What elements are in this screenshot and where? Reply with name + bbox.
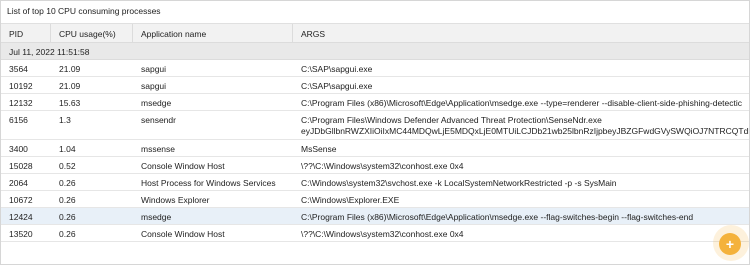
cell-pid: 12132 bbox=[9, 98, 33, 108]
args-line: C:\Program Files (x86)\Microsoft\Edge\Ap… bbox=[301, 212, 694, 222]
cell-cpu-usage: 1.3 bbox=[59, 115, 71, 125]
args-line: C:\SAP\sapgui.exe bbox=[301, 81, 373, 91]
table-row[interactable]: 12424 0.26 msedge C:\Program Files (x86)\Mi… bbox=[1, 208, 749, 225]
cell-pid: 13520 bbox=[9, 229, 33, 239]
cell-pid: 6156 bbox=[9, 115, 28, 125]
args-line: \??\C:\Windows\system32\conhost.exe 0x4 bbox=[301, 161, 464, 171]
cell-application-name: sapgui bbox=[141, 64, 167, 74]
cell-cpu-usage: 21.09 bbox=[59, 81, 81, 91]
cell-args: C:\Program Files\Windows Defender Advanc… bbox=[293, 111, 749, 139]
table-row[interactable]: 6156 1.3 sensendr C:\Program Files\Windows … bbox=[1, 111, 749, 140]
cell-args: C:\Program Files (x86)\Microsoft\Edge\Ap… bbox=[293, 208, 749, 224]
cell-cpu-usage: 0.26 bbox=[59, 212, 76, 222]
args-line: C:\Program Files\Windows Defender Advanc… bbox=[301, 115, 602, 125]
cell-application-name: sapgui bbox=[141, 81, 167, 91]
cell-application-name: Console Window Host bbox=[141, 229, 225, 239]
cell-args: C:\Program Files (x86)\Microsoft\Edge\Ap… bbox=[293, 94, 749, 110]
cell-cpu-usage: 0.26 bbox=[59, 178, 76, 188]
plus-icon: + bbox=[725, 236, 735, 252]
args-line: C:\Windows\system32\svchost.exe -k Local… bbox=[301, 178, 617, 188]
cell-cpu-usage: 21.09 bbox=[59, 64, 81, 74]
cell-args: C:\SAP\sapgui.exe bbox=[293, 77, 749, 93]
cell-cpu-usage: 0.26 bbox=[59, 195, 76, 205]
table-row[interactable]: 10192 21.09 sapgui C:\SAP\sapgui.exe bbox=[1, 77, 749, 94]
cell-args: MsSense bbox=[293, 140, 749, 156]
process-table: PID CPU usage(%) Application name ARGS J… bbox=[1, 23, 749, 264]
column-header-cpu-usage[interactable]: CPU usage(%) bbox=[51, 24, 133, 42]
cell-cpu-usage: 15.63 bbox=[59, 98, 81, 108]
table-row[interactable]: 3400 1.04 mssense MsSense bbox=[1, 140, 749, 157]
cell-pid: 10192 bbox=[9, 81, 33, 91]
cell-cpu-usage: 0.26 bbox=[59, 229, 76, 239]
column-header-application-name[interactable]: Application name bbox=[133, 24, 293, 42]
cell-pid: 3400 bbox=[9, 144, 28, 154]
cell-args: C:\Windows\system32\svchost.exe -k Local… bbox=[293, 174, 749, 190]
table-row[interactable]: 2064 0.26 Host Process for Windows Service… bbox=[1, 174, 749, 191]
cell-application-name: msedge bbox=[141, 212, 172, 222]
cell-args: C:\Windows\Explorer.EXE bbox=[293, 191, 749, 207]
table-row[interactable]: 10672 0.26 Windows Explorer C:\Windows\Expl… bbox=[1, 191, 749, 208]
args-line: C:\Program Files (x86)\Microsoft\Edge\Ap… bbox=[301, 98, 743, 108]
args-line: \??\C:\Windows\system32\conhost.exe 0x4 bbox=[301, 229, 464, 239]
table-body: 3564 21.09 sapgui C:\SAP\sapgui.exe 10192 21.… bbox=[1, 60, 749, 242]
cell-args: C:\SAP\sapgui.exe bbox=[293, 60, 749, 76]
cell-application-name: sensendr bbox=[141, 115, 176, 125]
table-header: PID CPU usage(%) Application name ARGS bbox=[1, 24, 749, 43]
cell-application-name: mssense bbox=[141, 144, 176, 154]
cell-pid: 10672 bbox=[9, 195, 33, 205]
process-panel: List of top 10 CPU consuming processes P… bbox=[0, 0, 750, 265]
cell-pid: 12424 bbox=[9, 212, 33, 222]
group-row-timestamp[interactable]: Jul 11, 2022 11:51:58 bbox=[1, 43, 749, 60]
args-line: eyJDbGllbnRWZXIiOiIxMC44MDQwLjE5MDQxLjE0… bbox=[301, 126, 749, 136]
cell-pid: 15028 bbox=[9, 161, 33, 171]
cell-application-name: msedge bbox=[141, 98, 172, 108]
cell-args: \??\C:\Windows\system32\conhost.exe 0x4 bbox=[293, 157, 749, 173]
cell-application-name: Host Process for Windows Services bbox=[141, 178, 276, 188]
add-button[interactable]: + bbox=[719, 233, 741, 255]
table-row[interactable]: 13520 0.26 Console Window Host \??\C:\Windo… bbox=[1, 225, 749, 242]
cell-pid: 2064 bbox=[9, 178, 28, 188]
args-line: C:\Windows\Explorer.EXE bbox=[301, 195, 400, 205]
args-line: MsSense bbox=[301, 144, 337, 154]
cell-cpu-usage: 1.04 bbox=[59, 144, 76, 154]
panel-title: List of top 10 CPU consuming processes bbox=[7, 6, 161, 16]
column-header-pid[interactable]: PID bbox=[1, 24, 51, 42]
cell-application-name: Windows Explorer bbox=[141, 195, 210, 205]
cell-args: \??\C:\Windows\system32\conhost.exe 0x4 bbox=[293, 225, 749, 241]
args-line: C:\SAP\sapgui.exe bbox=[301, 64, 373, 74]
table-row[interactable]: 15028 0.52 Console Window Host \??\C:\Windo… bbox=[1, 157, 749, 174]
table-row[interactable]: 12132 15.63 msedge C:\Program Files (x86)\M… bbox=[1, 94, 749, 111]
column-header-args[interactable]: ARGS bbox=[293, 24, 749, 42]
cell-pid: 3564 bbox=[9, 64, 28, 74]
cell-application-name: Console Window Host bbox=[141, 161, 225, 171]
table-row[interactable]: 3564 21.09 sapgui C:\SAP\sapgui.exe bbox=[1, 60, 749, 77]
cell-cpu-usage: 0.52 bbox=[59, 161, 76, 171]
